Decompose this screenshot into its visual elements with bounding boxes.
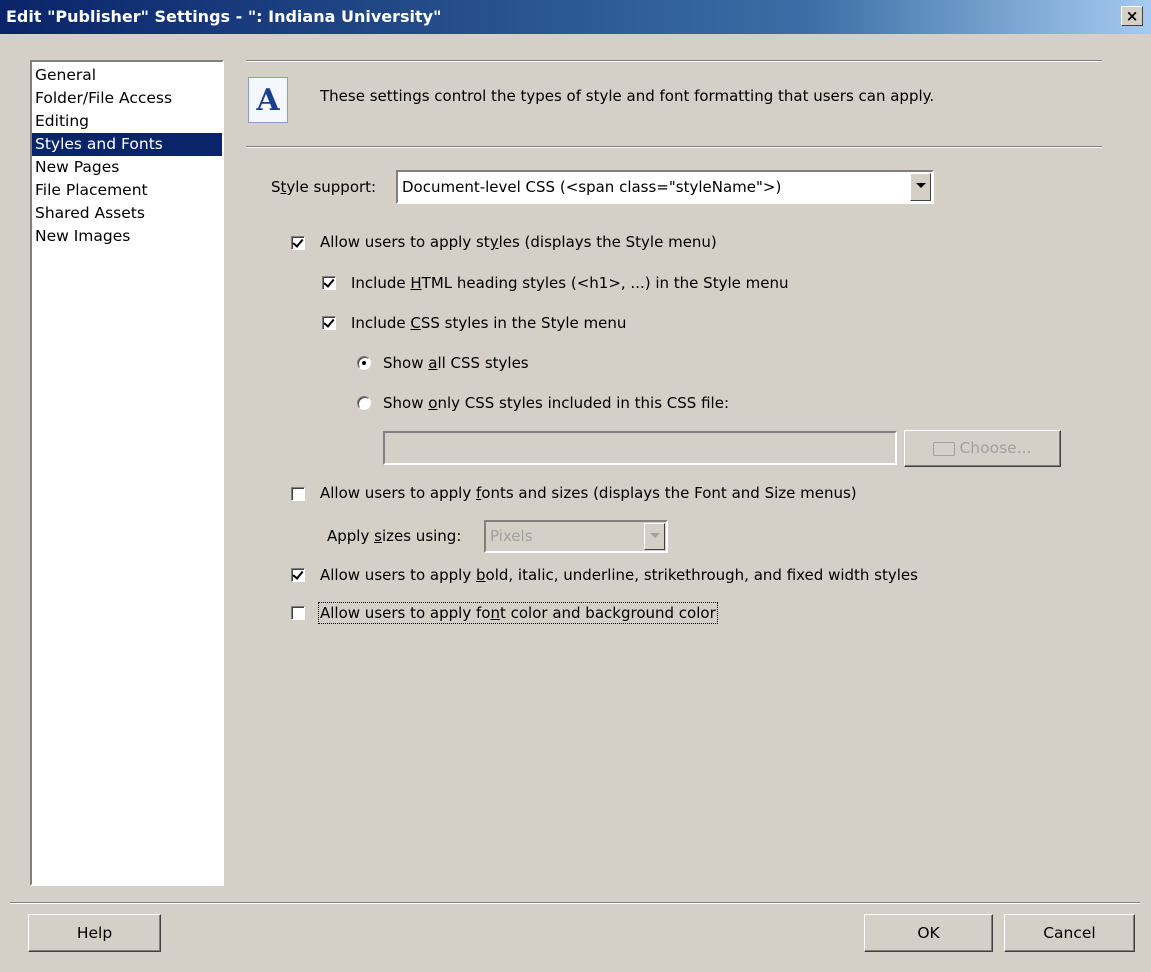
allow-font-color-label[interactable]: Allow users to apply font color and back… bbox=[318, 602, 718, 624]
apply-sizes-label: Apply sizes using: bbox=[327, 527, 462, 545]
css-file-input[interactable] bbox=[383, 431, 897, 465]
include-html-headings-label[interactable]: Include HTML heading styles (<h1>, ...) … bbox=[351, 274, 788, 292]
allow-font-color-checkbox[interactable] bbox=[291, 606, 305, 620]
footer-divider bbox=[10, 902, 1140, 904]
folder-icon bbox=[933, 441, 956, 456]
title-bar: Edit "Publisher" Settings - ": Indiana U… bbox=[0, 0, 1151, 34]
allow-styles-label[interactable]: Allow users to apply styles (displays th… bbox=[320, 233, 717, 251]
help-button[interactable]: Help bbox=[28, 914, 161, 952]
show-all-css-label[interactable]: Show all CSS styles bbox=[383, 354, 529, 372]
style-support-value: Document-level CSS (<span class="styleNa… bbox=[402, 178, 782, 196]
nav-item-new-pages[interactable]: New Pages bbox=[32, 156, 222, 179]
style-support-select[interactable]: Document-level CSS (<span class="styleNa… bbox=[396, 170, 934, 204]
header-divider-top bbox=[246, 60, 1102, 62]
nav-item-file-placement[interactable]: File Placement bbox=[32, 179, 222, 202]
nav-item-new-images[interactable]: New Images bbox=[32, 225, 222, 248]
choose-button[interactable]: Choose... bbox=[904, 430, 1061, 467]
include-css-styles-label[interactable]: Include CSS styles in the Style menu bbox=[351, 314, 626, 332]
chevron-down-icon[interactable] bbox=[644, 523, 665, 550]
header-description: These settings control the types of styl… bbox=[320, 87, 935, 105]
nav-item-general[interactable]: General bbox=[32, 64, 222, 87]
close-button[interactable]: × bbox=[1121, 6, 1143, 26]
show-only-css-radio[interactable] bbox=[357, 396, 371, 410]
nav-item-folder-file-access[interactable]: Folder/File Access bbox=[32, 87, 222, 110]
allow-bold-italic-checkbox[interactable] bbox=[291, 568, 305, 582]
nav-item-editing[interactable]: Editing bbox=[32, 110, 222, 133]
cancel-button[interactable]: Cancel bbox=[1004, 914, 1135, 952]
allow-styles-checkbox[interactable] bbox=[291, 236, 305, 250]
nav-item-shared-assets[interactable]: Shared Assets bbox=[32, 202, 222, 225]
allow-bold-italic-label[interactable]: Allow users to apply bold, italic, under… bbox=[320, 566, 918, 584]
allow-fonts-checkbox[interactable] bbox=[291, 487, 305, 501]
ok-button[interactable]: OK bbox=[864, 914, 993, 952]
show-all-css-radio[interactable] bbox=[357, 356, 371, 370]
style-support-label: Style support: bbox=[271, 178, 377, 196]
apply-sizes-value: Pixels bbox=[490, 527, 533, 545]
include-css-styles-checkbox[interactable] bbox=[322, 316, 336, 330]
show-only-css-label[interactable]: Show only CSS styles included in this CS… bbox=[383, 394, 729, 412]
allow-fonts-label[interactable]: Allow users to apply fonts and sizes (di… bbox=[320, 484, 857, 502]
apply-sizes-select[interactable]: Pixels bbox=[484, 520, 668, 553]
font-a-icon: A bbox=[248, 77, 288, 123]
include-html-headings-checkbox[interactable] bbox=[322, 276, 336, 290]
header-divider-bottom bbox=[246, 146, 1102, 148]
nav-item-styles-and-fonts[interactable]: Styles and Fonts bbox=[32, 133, 222, 156]
settings-category-list[interactable]: General Folder/File Access Editing Style… bbox=[30, 60, 224, 886]
chevron-down-icon[interactable] bbox=[910, 173, 931, 201]
window-title: Edit "Publisher" Settings - ": Indiana U… bbox=[6, 7, 442, 26]
choose-button-label: Choose... bbox=[959, 439, 1032, 457]
